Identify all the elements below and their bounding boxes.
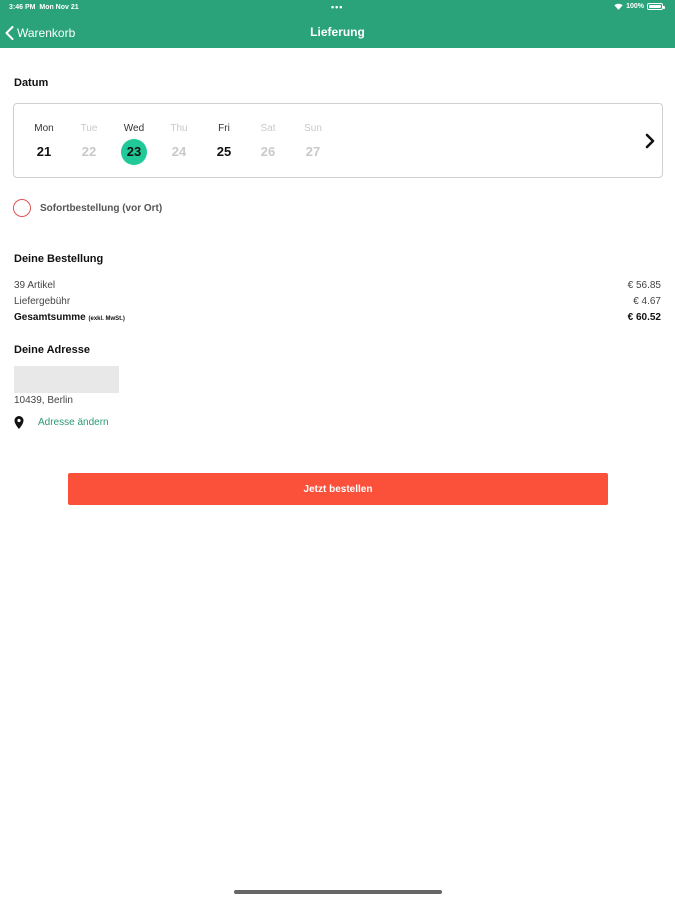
address-city-line: 10439, Berlin — [14, 395, 73, 406]
day-wednesday[interactable]: Wed 23 — [114, 104, 154, 179]
day-name: Sat — [260, 123, 276, 134]
order-section-title: Deine Bestellung — [14, 253, 104, 265]
instant-order-option[interactable]: Sofortbestellung (vor Ort) — [13, 199, 162, 217]
header-bar: 3:46 PM Mon Nov 21 ••• 100% Warenkorb Li… — [0, 0, 675, 48]
multitasking-dots[interactable]: ••• — [331, 2, 343, 12]
day-tuesday: Tue 22 — [69, 104, 109, 179]
day-name: Wed — [123, 123, 145, 134]
day-monday[interactable]: Mon 21 — [24, 104, 64, 179]
items-row: 39 Artikel € 56.85 — [14, 280, 661, 291]
radio-circle-icon[interactable] — [13, 199, 31, 217]
map-pin-icon — [14, 416, 24, 429]
place-order-button[interactable]: Jetzt bestellen — [68, 473, 608, 505]
total-value: € 60.52 — [627, 312, 661, 323]
status-time: 3:46 PM — [9, 4, 36, 11]
total-label: Gesamtsumme — [14, 312, 86, 323]
day-number: 25 — [216, 144, 232, 159]
day-name: Sun — [304, 123, 322, 134]
day-name: Mon — [34, 123, 54, 134]
instant-order-label: Sofortbestellung (vor Ort) — [40, 202, 163, 214]
day-number: 26 — [260, 144, 276, 159]
day-number-selected: 23 — [121, 139, 147, 165]
fee-value: € 4.67 — [633, 296, 661, 307]
battery-icon — [647, 3, 665, 10]
change-address-label: Adresse ändern — [38, 417, 109, 428]
navigation-bar: Warenkorb Lieferung — [0, 16, 675, 48]
total-row: Gesamtsumme (exkl. MwSt.) € 60.52 — [14, 312, 661, 323]
battery-percent: 100% — [626, 3, 644, 10]
items-label: 39 Artikel — [14, 280, 56, 291]
day-number: 21 — [36, 144, 52, 159]
change-address-link[interactable]: Adresse ändern — [14, 416, 109, 429]
address-street-redacted — [14, 366, 119, 393]
day-name: Fri — [218, 123, 230, 134]
day-number: 27 — [305, 144, 321, 159]
status-date: Mon Nov 21 — [39, 4, 79, 11]
fee-row: Liefergebühr € 4.67 — [14, 296, 661, 307]
chevron-right-icon[interactable] — [644, 131, 656, 151]
date-section-title: Datum — [14, 77, 49, 89]
date-picker: Mon 21 Tue 22 Wed 23 Thu 24 Fri 25 Sat 2… — [13, 103, 663, 178]
page-title: Lieferung — [310, 25, 365, 39]
fee-label: Liefergebühr — [14, 296, 71, 307]
day-number: 22 — [81, 144, 97, 159]
day-saturday: Sat 26 — [248, 104, 288, 179]
items-value: € 56.85 — [627, 280, 661, 291]
day-name: Thu — [170, 123, 188, 134]
day-friday[interactable]: Fri 25 — [204, 104, 244, 179]
day-thursday: Thu 24 — [159, 104, 199, 179]
status-bar: 3:46 PM Mon Nov 21 ••• 100% — [0, 0, 675, 16]
address-section-title: Deine Adresse — [14, 344, 91, 356]
day-sunday: Sun 27 — [293, 104, 333, 179]
day-number: 24 — [171, 144, 187, 159]
home-indicator[interactable] — [234, 890, 442, 894]
day-name: Tue — [80, 123, 98, 134]
wifi-icon — [614, 3, 623, 10]
total-note: (exkl. MwSt.) — [88, 316, 125, 322]
